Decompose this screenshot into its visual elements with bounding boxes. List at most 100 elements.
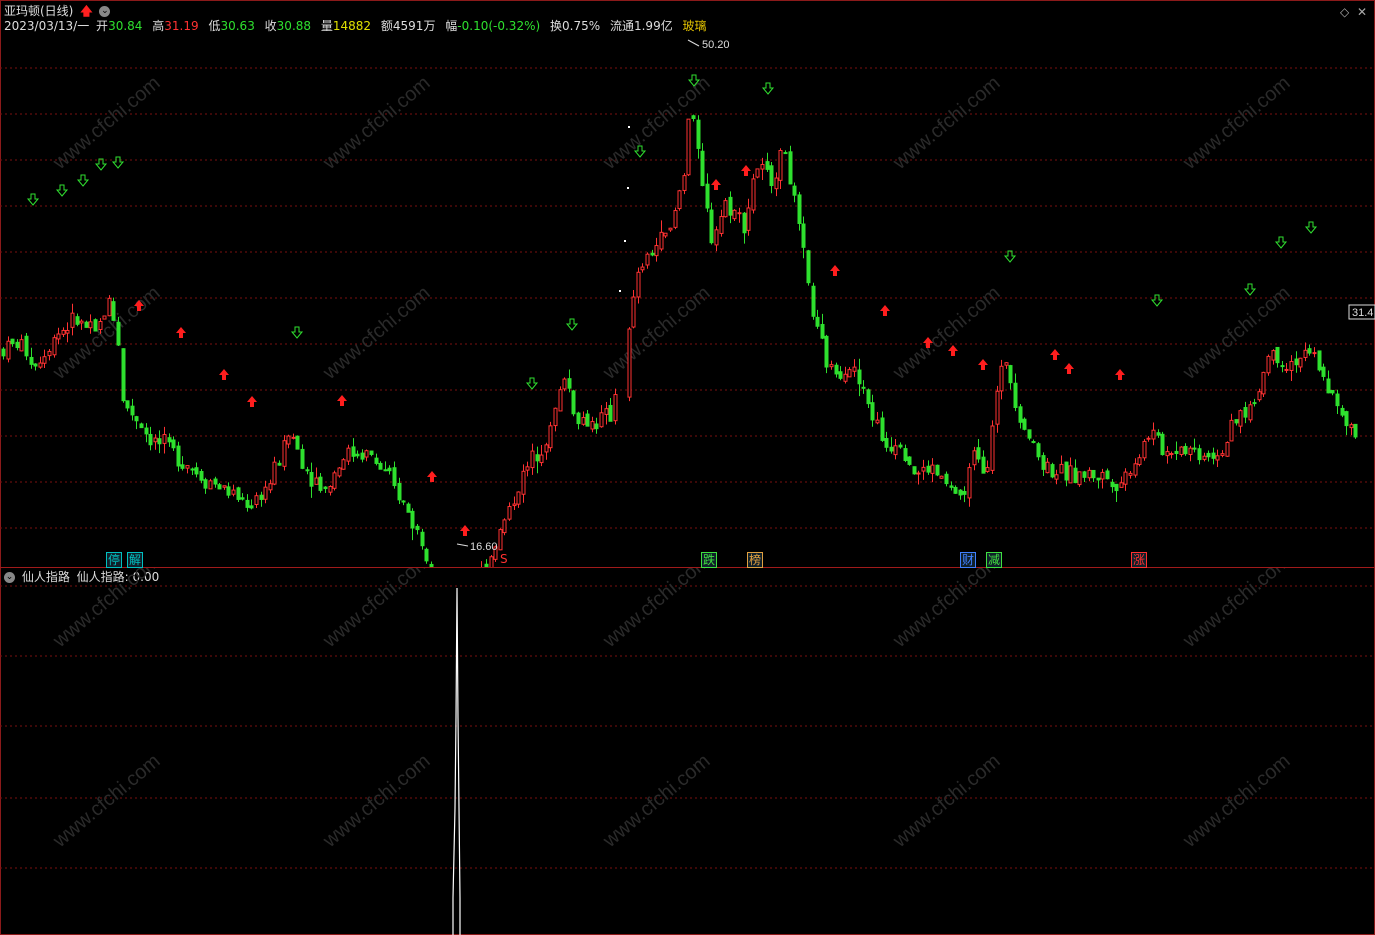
sell-arrow-icon [525, 377, 539, 390]
candle-body [604, 408, 609, 415]
candle-body [52, 337, 57, 356]
candle-body [677, 190, 682, 210]
candle-body [857, 369, 862, 385]
candle-body [581, 417, 586, 425]
candle-body [535, 454, 540, 462]
candle-body [838, 371, 843, 379]
event-tag[interactable]: 跌 [701, 552, 718, 568]
event-tag[interactable]: 涨 [1131, 552, 1148, 568]
buy-arrow-icon [880, 305, 890, 316]
candle-body [47, 350, 52, 357]
candle-body [309, 471, 314, 487]
candle-body [530, 450, 535, 469]
candle-body [539, 454, 544, 464]
candle-body [1068, 465, 1073, 484]
candle-body [962, 490, 967, 495]
candle-body [268, 483, 273, 491]
watermark-text: www.cfchi.com [888, 568, 1004, 652]
sell-arrow-icon [1150, 294, 1164, 307]
watermark-text: www.cfchi.com [48, 568, 164, 652]
candle-body [1289, 360, 1294, 371]
candle-body [498, 529, 503, 551]
candle-body [213, 478, 218, 485]
candle-body [760, 163, 765, 170]
event-tag[interactable]: 榜 [747, 552, 764, 568]
candle-body [815, 316, 820, 327]
buy-arrow-icon [427, 471, 437, 482]
high-mark-pointer [687, 39, 700, 47]
sell-arrow-icon [111, 156, 125, 169]
price-chart[interactable]: www.cfchi.com www.cfchi.com www.cfchi.com w… [0, 0, 1375, 567]
candle-body [1303, 349, 1308, 358]
candle-body [1146, 437, 1151, 440]
candle-body [599, 412, 604, 428]
watermark-text: www.cfchi.com [1178, 750, 1294, 853]
candle-body [990, 425, 995, 471]
candle-body [1220, 453, 1225, 456]
candle-body [774, 177, 779, 190]
candle-body [1252, 402, 1257, 405]
candle-body [636, 271, 641, 298]
candle-body [153, 437, 158, 443]
candle-body [254, 495, 259, 506]
candle-body [1027, 429, 1032, 439]
candle-body [180, 464, 185, 469]
candle-body [1192, 447, 1197, 450]
candle-body [185, 465, 190, 469]
event-tag[interactable]: 财 [960, 552, 977, 568]
candle-body [111, 301, 116, 321]
candle-body [1, 348, 6, 357]
buy-arrow-icon [337, 395, 347, 406]
candle-body [553, 407, 558, 427]
candle-body [1133, 463, 1138, 476]
candle-body [65, 329, 70, 334]
candle-body [916, 472, 921, 475]
candle-body [121, 348, 126, 402]
event-tag[interactable]: 停 [106, 552, 123, 568]
candle-body [728, 196, 733, 216]
candle-body [341, 459, 346, 470]
candle-body [898, 444, 903, 448]
candle-body [834, 364, 839, 375]
candle-body [415, 525, 420, 531]
candle-body [1045, 461, 1050, 474]
sell-arrow-icon [1304, 221, 1318, 234]
indicator-chart[interactable]: www.cfchi.com www.cfchi.com www.cfchi.com w… [0, 568, 1375, 935]
candle-body [1353, 423, 1358, 438]
candle-body [1064, 461, 1069, 481]
price-dot [624, 240, 626, 242]
candle-body [410, 510, 415, 529]
candle-body [88, 321, 93, 329]
candle-body [558, 389, 563, 412]
candle-body [397, 482, 402, 501]
candle-body [903, 448, 908, 461]
candle-body [1151, 429, 1156, 440]
candle-body [1330, 389, 1335, 394]
buy-arrow-icon [1064, 363, 1074, 374]
candle-body [926, 465, 931, 473]
candle-body [102, 315, 107, 320]
watermark-text: www.cfchi.com [1178, 282, 1294, 385]
candle-body [203, 479, 208, 489]
candle-body [1165, 451, 1170, 457]
candle-body [1105, 470, 1110, 480]
candle-body [217, 484, 222, 490]
candle-body [401, 500, 406, 503]
candle-body [305, 469, 310, 472]
candle-body [162, 434, 167, 444]
event-tag[interactable]: 减 [986, 552, 1003, 568]
event-tag[interactable]: 解 [127, 552, 144, 568]
buy-arrow-icon [741, 165, 751, 176]
candle-body [282, 440, 287, 467]
candle-body [1100, 471, 1105, 480]
event-tag[interactable]: S [499, 552, 509, 566]
price-dot [628, 126, 630, 128]
candle-body [645, 253, 650, 266]
candle-body [226, 486, 231, 496]
candle-body [797, 194, 802, 224]
candle-body [171, 439, 176, 449]
sell-arrow-icon [1003, 250, 1017, 263]
candle-body [24, 335, 29, 357]
candle-body [75, 316, 80, 325]
candle-body [130, 405, 135, 416]
